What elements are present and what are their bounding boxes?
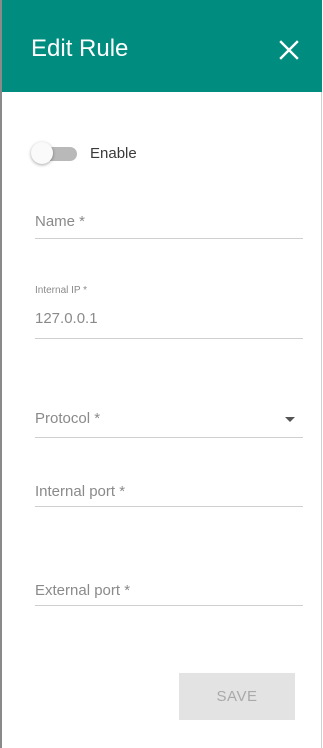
save-button[interactable]: SAVE: [179, 673, 295, 720]
chevron-down-icon[interactable]: [285, 417, 295, 422]
protocol-placeholder: Protocol *: [35, 410, 101, 427]
external-port-placeholder: External port *: [35, 582, 131, 599]
external-port-field[interactable]: External port *: [35, 572, 303, 606]
internal-ip-field[interactable]: Internal IP * 127.0.0.1: [35, 282, 303, 339]
name-placeholder: Name *: [35, 213, 86, 230]
protocol-select[interactable]: Protocol *: [35, 400, 303, 438]
internal-ip-value: 127.0.0.1: [35, 310, 98, 327]
internal-port-field[interactable]: Internal port *: [35, 473, 303, 507]
internal-ip-label: Internal IP *: [35, 285, 88, 296]
name-field[interactable]: Name *: [35, 205, 303, 239]
dialog-title: Edit Rule: [31, 35, 129, 62]
edit-rule-dialog: Edit Rule Enable Name * Internal IP * 12…: [0, 0, 322, 748]
enable-label: Enable: [90, 145, 137, 162]
internal-port-placeholder: Internal port *: [35, 483, 126, 500]
enable-toggle[interactable]: [31, 141, 79, 167]
toggle-knob: [31, 142, 53, 164]
dialog-header: Edit Rule: [2, 0, 322, 92]
close-icon[interactable]: [276, 37, 302, 63]
